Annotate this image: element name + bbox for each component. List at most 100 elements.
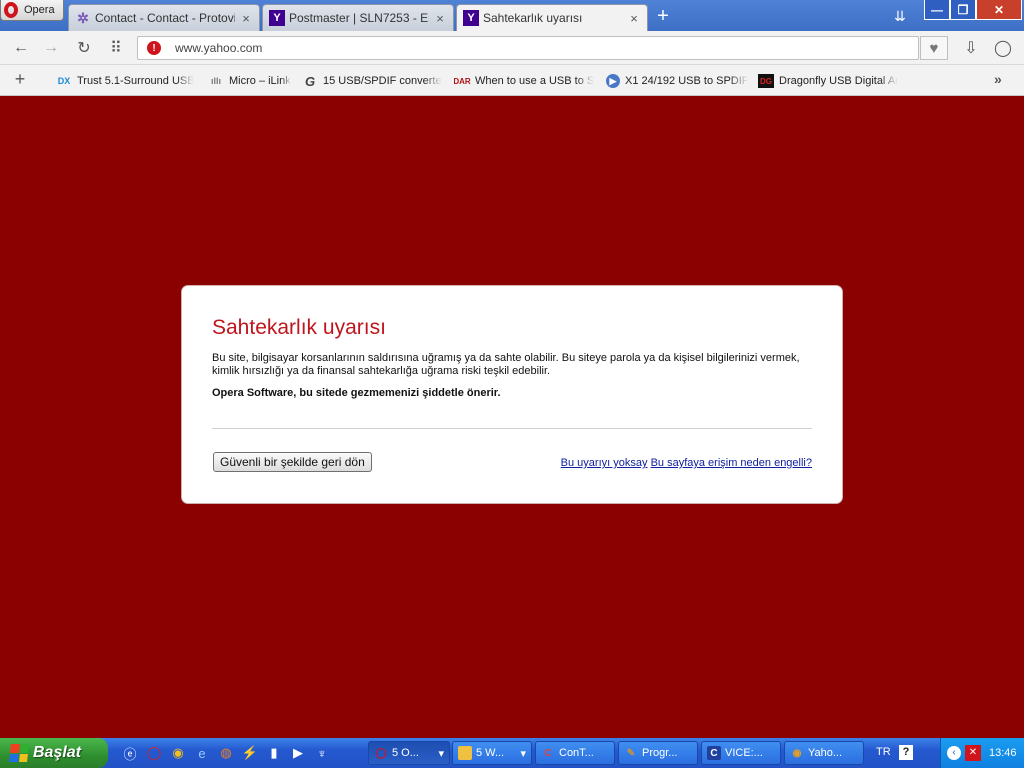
taskbar-button-programs[interactable]: ✎ Progr...	[618, 741, 698, 765]
taskbar-button-opera[interactable]: ◯ 5 O... ▾	[368, 741, 450, 765]
chrome-icon: ◉	[792, 747, 802, 759]
ignore-warning-link[interactable]: Bu uyarıyı yoksay	[561, 457, 648, 469]
address-toolbar: ← → ↻ ⠿ ! www.yahoo.com ♥ ⇩ ◯	[0, 31, 1024, 65]
taskbar-button-label: Yaho...	[808, 747, 843, 759]
tab-close-icon[interactable]: ×	[627, 11, 641, 26]
show-hidden-icons-icon[interactable]: ‹	[947, 746, 961, 760]
bookmark-item[interactable]: DX Trust 5.1-Surround USB	[56, 73, 194, 89]
tab-contact[interactable]: ✲ Contact - Contact - Protovisio ×	[68, 4, 260, 31]
warning-title: Sahtekarlık uyarısı	[212, 316, 386, 339]
dar-icon: DAR	[454, 76, 471, 86]
tab-close-icon[interactable]: ×	[239, 11, 253, 26]
group-arrow-icon: ▾	[438, 747, 444, 760]
reload-button[interactable]: ↻	[73, 37, 95, 59]
divider	[212, 428, 812, 429]
why-blocked-link[interactable]: Bu sayfaya erişim neden engelli?	[651, 457, 812, 469]
dx-icon: DX	[57, 76, 71, 86]
taskbar-button-label: Progr...	[642, 747, 678, 759]
taskbar-button-label: ConT...	[559, 747, 594, 759]
bookmark-item[interactable]: ıllı Micro – iLink	[208, 73, 296, 89]
ilink-icon: ıllı	[210, 76, 221, 86]
bookmark-label: Dragonfly USB Digital An	[779, 75, 898, 87]
url-text[interactable]: www.yahoo.com	[175, 41, 262, 55]
forward-button[interactable]: →	[40, 37, 62, 59]
start-button[interactable]: Başlat	[0, 738, 108, 768]
language-indicator[interactable]: TR	[876, 746, 891, 758]
alien-icon[interactable]: ♆	[312, 743, 332, 763]
bookmarks-bar: + DX Trust 5.1-Surround USB ıllı Micro –…	[0, 65, 1024, 96]
group-arrow-icon: ▾	[520, 747, 526, 760]
tab-postmaster[interactable]: Y Postmaster | SLN7253 - Error ×	[262, 4, 454, 31]
title-bar: Opera ✲ Contact - Contact - Protovisio ×…	[0, 0, 1024, 31]
warning-body: Bu site, bilgisayar korsanlarının saldır…	[212, 352, 800, 377]
taskbar-button-contact[interactable]: C ConT...	[535, 741, 615, 765]
taskbar-button-label: VICE:...	[725, 747, 763, 759]
opera-menu-button[interactable]: Opera	[0, 0, 64, 21]
warning-dialog: Sahtekarlık uyarısı Bu site, bilgisayar …	[181, 285, 843, 504]
contact-icon: C	[544, 747, 552, 759]
tab-menu-icon[interactable]: ⇊	[890, 8, 910, 24]
taskbar-button-vice[interactable]: C VICE:...	[701, 741, 781, 765]
chrome-icon[interactable]: ◉	[168, 743, 188, 763]
bookmark-item[interactable]: G 15 USB/SPDIF converte	[302, 73, 442, 89]
add-bookmark-button[interactable]: +	[10, 69, 30, 91]
g-icon: G	[304, 73, 316, 89]
opera-icon[interactable]: ◯	[144, 743, 164, 763]
taskbar-button-label: 5 O...	[392, 747, 419, 759]
vice-icon: C	[707, 746, 721, 760]
bookmark-label: Trust 5.1-Surround USB	[77, 75, 194, 87]
minimize-button[interactable]: —	[924, 0, 950, 20]
heart-icon[interactable]: ♥	[920, 36, 948, 60]
window-close-button[interactable]: ✕	[976, 0, 1022, 20]
media-icon[interactable]: ▶	[288, 743, 308, 763]
start-label: Başlat	[33, 744, 82, 761]
download-icon[interactable]: ⇩	[960, 37, 982, 59]
account-icon[interactable]: ◯	[992, 37, 1014, 59]
maximize-button[interactable]: ❐	[950, 0, 976, 20]
security-warning-icon[interactable]: !	[147, 41, 161, 55]
bookmark-label: X1 24/192 USB to SPDIF	[625, 75, 748, 87]
program-icon: ✎	[626, 747, 636, 759]
yahoo-icon: Y	[463, 10, 479, 26]
bookmark-item[interactable]: DG Dragonfly USB Digital An	[758, 73, 898, 89]
fraud-warning-page: Sahtekarlık uyarısı Bu site, bilgisayar …	[0, 97, 1024, 738]
tray-app-icon[interactable]: ✕	[965, 745, 981, 761]
bookmark-label: 15 USB/SPDIF converte	[323, 75, 442, 87]
speed-dial-icon[interactable]: ⠿	[105, 37, 127, 59]
tab-title: Contact - Contact - Protovisio	[95, 11, 235, 25]
taskbar: Başlat ⓔ ◯ ◉ e ◍ ⚡ ▮ ▶ ♆ ◯ 5 O... ▾ 5 W.…	[0, 738, 1024, 768]
new-tab-button[interactable]: +	[653, 6, 673, 27]
bookmark-label: When to use a USB to S	[475, 75, 594, 87]
help-icon[interactable]: ?	[899, 745, 913, 760]
clock[interactable]: 13:46	[989, 747, 1017, 759]
firefox-icon[interactable]: ◍	[216, 743, 236, 763]
usb-icon[interactable]: ▮	[264, 743, 284, 763]
protovision-icon: ✲	[77, 9, 89, 26]
play-icon: ▶	[606, 74, 620, 88]
tab-title: Sahtekarlık uyarısı	[483, 11, 583, 25]
dragonfly-icon: DG	[758, 74, 774, 88]
ie-icon[interactable]: ⓔ	[120, 743, 140, 763]
taskbar-button-explorer[interactable]: 5 W... ▾	[452, 741, 532, 765]
taskbar-button-label: 5 W...	[476, 747, 505, 759]
back-button[interactable]: ←	[10, 37, 32, 59]
tab-close-icon[interactable]: ×	[433, 11, 447, 26]
ie-e-icon[interactable]: e	[192, 743, 212, 763]
winamp-icon[interactable]: ⚡	[240, 743, 260, 763]
address-field[interactable]: ! www.yahoo.com	[137, 36, 919, 60]
bookmark-item[interactable]: DAR When to use a USB to S	[454, 73, 594, 89]
windows-logo-icon	[9, 744, 29, 762]
quick-launch: ⓔ ◯ ◉ e ◍ ⚡ ▮ ▶ ♆	[120, 743, 332, 763]
yahoo-icon: Y	[269, 10, 285, 26]
tab-fraud-warning[interactable]: Y Sahtekarlık uyarısı ×	[456, 4, 648, 31]
opera-logo-icon	[4, 2, 18, 18]
bookmark-item[interactable]: ▶ X1 24/192 USB to SPDIF	[606, 73, 748, 89]
opera-menu-label: Opera	[24, 4, 55, 16]
taskbar-button-yahoo[interactable]: ◉ Yaho...	[784, 741, 864, 765]
system-tray: ‹ ✕ 13:46	[940, 738, 1024, 768]
bookmark-label: Micro – iLink	[229, 75, 291, 87]
warning-recommendation: Opera Software, bu sitede gezmemenizi şi…	[212, 387, 501, 399]
more-bookmarks-icon[interactable]: »	[994, 71, 1002, 87]
warning-links: Bu uyarıyı yoksay Bu sayfaya erişim nede…	[561, 457, 812, 469]
go-back-safely-button[interactable]: Güvenli bir şekilde geri dön	[213, 452, 372, 472]
